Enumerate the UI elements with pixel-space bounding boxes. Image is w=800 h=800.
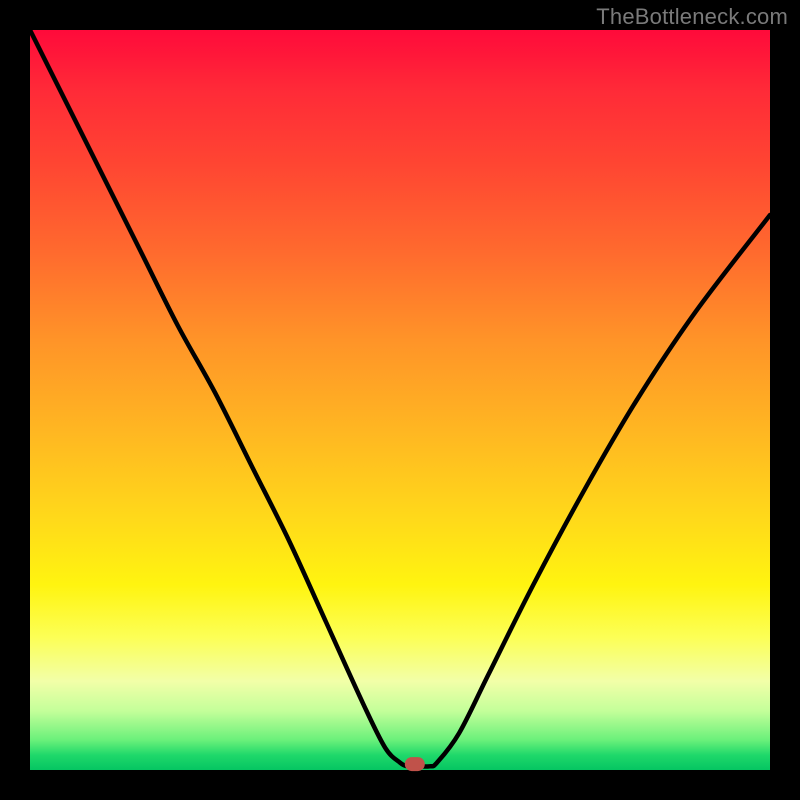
chart-frame: TheBottleneck.com	[0, 0, 800, 800]
watermark-text: TheBottleneck.com	[596, 4, 788, 30]
bottleneck-curve	[30, 30, 770, 767]
optimum-marker	[405, 757, 425, 771]
plot-area	[30, 30, 770, 770]
bottleneck-curve-svg	[30, 30, 770, 770]
